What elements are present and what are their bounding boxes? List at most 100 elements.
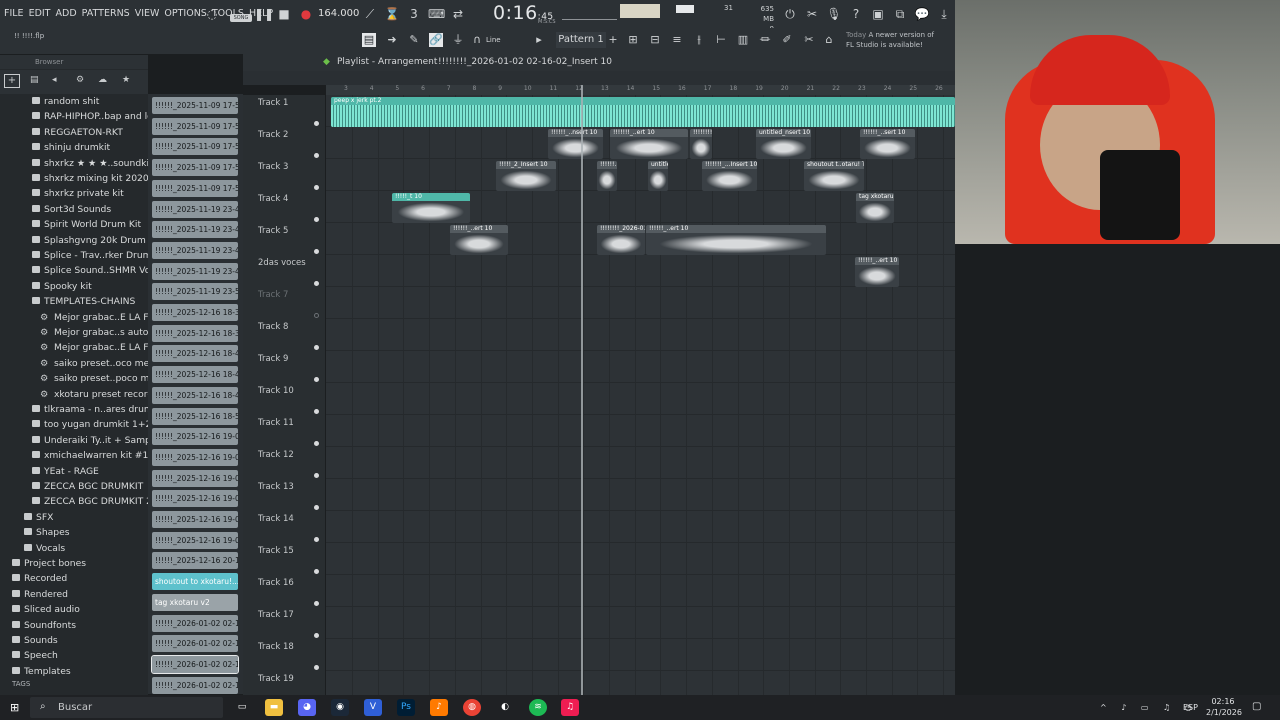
- cut-icon[interactable]: ✂: [802, 33, 816, 47]
- mixer-icon[interactable]: ⊞: [626, 33, 640, 47]
- sync-icon[interactable]: ⚙: [76, 75, 84, 85]
- steam-icon[interactable]: ◉: [331, 699, 349, 716]
- track-mute-dot[interactable]: [314, 185, 319, 190]
- song-mode-badge[interactable]: SONG: [230, 14, 252, 22]
- playlist-audio-clip[interactable]: !!!!!!_..nsert 10: [548, 129, 603, 159]
- pattern-selector[interactable]: Pattern 1: [556, 32, 606, 48]
- track-mute-dot[interactable]: [314, 601, 319, 606]
- wait-input-icon[interactable]: ⌛: [384, 6, 400, 22]
- task-view-icon[interactable]: ▭: [233, 699, 251, 716]
- playlist-audio-clip[interactable]: !!!!!_t 10: [392, 193, 470, 223]
- picker-clip[interactable]: !!!!!!_2026-01-02 02-16...: [152, 676, 238, 694]
- browser-item[interactable]: Splashgvng 20k Drum Kit: [32, 233, 161, 248]
- browser-item[interactable]: shinju drumkit: [32, 140, 110, 155]
- browser-item[interactable]: Sounds: [12, 633, 58, 648]
- brush-icon[interactable]: ✐: [780, 33, 794, 47]
- add-pattern-icon[interactable]: +: [606, 33, 620, 47]
- tags-label[interactable]: TAGS: [12, 680, 30, 688]
- picker-clip[interactable]: !!!!!!_2025-11-09 17-59...: [152, 159, 238, 177]
- browser-item[interactable]: shxrkz mixing kit 2020: [32, 171, 149, 186]
- playlist-audio-clip[interactable]: untitle...ert 10: [648, 161, 668, 191]
- add-icon[interactable]: +: [4, 74, 20, 88]
- track-mute-dot[interactable]: [314, 569, 319, 574]
- picker-clip[interactable]: !!!!!!_2025-11-09 17-56...: [152, 117, 238, 135]
- mixer-faders-icon[interactable]: ⫲: [692, 33, 706, 47]
- track-mute-dot[interactable]: [314, 537, 319, 542]
- language-indicator[interactable]: ESP: [1183, 703, 1198, 712]
- track-mute-dot[interactable]: [314, 281, 319, 286]
- track-mute-dot[interactable]: [314, 505, 319, 510]
- picker-clip[interactable]: !!!!!!_2025-12-16 18-45...: [152, 366, 238, 384]
- track-name[interactable]: Track 18: [258, 642, 294, 652]
- track-name[interactable]: Track 1: [258, 98, 288, 108]
- track-name[interactable]: Track 7: [258, 290, 288, 300]
- pencil-icon[interactable]: ✎: [407, 33, 421, 47]
- vegas-icon[interactable]: V: [364, 699, 382, 716]
- stamp-icon[interactable]: ⏚: [451, 33, 465, 47]
- browser-item[interactable]: Sort3d Sounds: [32, 202, 111, 217]
- picker-clip[interactable]: !!!!!!_2025-12-16 18-38...: [152, 324, 238, 342]
- tempo-display[interactable]: 164.000: [318, 8, 359, 19]
- browser-item[interactable]: Splice - Trav..rker Drum Kit: [32, 248, 167, 263]
- stop-icon[interactable]: ■: [276, 6, 292, 22]
- step-edit-icon[interactable]: ⌨: [428, 6, 445, 22]
- playlist-audio-clip[interactable]: !!!!!!_..ert 10: [450, 225, 508, 255]
- browser-item[interactable]: YEat - RAGE: [32, 464, 99, 479]
- picker-clip[interactable]: !!!!!!_2025-12-16 19-08...: [152, 531, 238, 549]
- track-name[interactable]: Track 14: [258, 514, 294, 524]
- track-mute-dot[interactable]: [314, 377, 319, 382]
- back-icon[interactable]: ◂: [52, 75, 57, 85]
- menu-edit[interactable]: EDIT: [29, 8, 51, 19]
- snap-mode[interactable]: Line: [486, 36, 501, 44]
- browser-item[interactable]: Project bones: [12, 556, 86, 571]
- track-mute-dot[interactable]: [314, 313, 319, 318]
- menu-options[interactable]: OPTIONS: [164, 8, 206, 19]
- playhead[interactable]: [581, 85, 583, 695]
- picker-clip[interactable]: !!!!!!_2025-11-09 17-59...: [152, 179, 238, 197]
- star-icon[interactable]: ★: [122, 75, 130, 85]
- notifications-icon[interactable]: ▢: [1252, 701, 1261, 712]
- picker-clip[interactable]: !!!!!!_2026-01-02 02-13...: [152, 614, 238, 632]
- metronome-icon[interactable]: ⟋: [362, 6, 378, 22]
- track-mute-dot[interactable]: [314, 665, 319, 670]
- link-icon[interactable]: 🔗: [429, 33, 443, 47]
- file-icon[interactable]: ▤: [30, 75, 39, 85]
- browser-item[interactable]: Recorded: [12, 571, 67, 586]
- browser-item[interactable]: Rendered: [12, 587, 68, 602]
- playlist-current-clip[interactable]: !!!!!!!!_2026-01-02 02-16-02_Insert 10: [438, 57, 612, 67]
- picker-clip[interactable]: !!!!!!_2025-11-19 23-43...: [152, 221, 238, 239]
- fl-studio-icon[interactable]: ♪: [430, 699, 448, 716]
- playlist-audio-clip[interactable]: tag xkotaru v2: [856, 193, 894, 223]
- track-name[interactable]: Track 9: [258, 354, 288, 364]
- playlist-audio-clip[interactable]: !!!!!!!!_2026-01-02 02-16-02_Insert 10: [597, 225, 645, 255]
- blend-notes-icon[interactable]: ⇄: [450, 6, 466, 22]
- menu-patterns[interactable]: PATTERNS: [82, 8, 130, 19]
- track-name[interactable]: Track 13: [258, 482, 294, 492]
- track-mute-dot[interactable]: [314, 633, 319, 638]
- track-mute-dot[interactable]: [314, 121, 319, 126]
- playlist-audio-clip[interactable]: !!!!!!_..sert 10: [860, 129, 915, 159]
- loop-record-icon[interactable]: ◌: [204, 6, 220, 22]
- track-name[interactable]: Track 11: [258, 418, 294, 428]
- download-icon[interactable]: ⤓: [936, 6, 952, 22]
- track-name[interactable]: Track 10: [258, 386, 294, 396]
- arrow-right-icon[interactable]: ➜: [385, 33, 399, 47]
- taskbar-search[interactable]: Buscar: [30, 697, 223, 718]
- playlist-view-icon[interactable]: ▤: [362, 33, 376, 47]
- playlist-audio-clip[interactable]: !!!!!!!!_..sert 10: [690, 129, 712, 159]
- spotify-icon[interactable]: ≋: [529, 699, 547, 716]
- playlist-audio-clip[interactable]: peep x jerk pt.2: [331, 97, 955, 127]
- picker-clip[interactable]: !!!!!!_2025-12-16 20-18...: [152, 552, 238, 570]
- track-mute-dot[interactable]: [314, 249, 319, 254]
- browser-item[interactable]: Spooky kit: [32, 279, 92, 294]
- save-icon[interactable]: ▣: [870, 6, 886, 22]
- track-mute-dot[interactable]: [314, 345, 319, 350]
- picker-clip[interactable]: !!!!!!_2025-12-16 19-07...: [152, 511, 238, 528]
- channel-rack-icon[interactable]: ⊟: [648, 33, 662, 47]
- track-name[interactable]: Track 2: [258, 130, 288, 140]
- picker-clip[interactable]: tag xkotaru v2: [152, 593, 238, 611]
- picker-clip[interactable]: !!!!!!_2025-12-16 18-59...: [152, 407, 238, 425]
- file-explorer-icon[interactable]: ▬: [265, 699, 283, 716]
- browser-item[interactable]: tlkraama - n..ares drumkit: [32, 402, 164, 417]
- picker-clip[interactable]: !!!!!!_2025-12-16 18-48...: [152, 386, 238, 404]
